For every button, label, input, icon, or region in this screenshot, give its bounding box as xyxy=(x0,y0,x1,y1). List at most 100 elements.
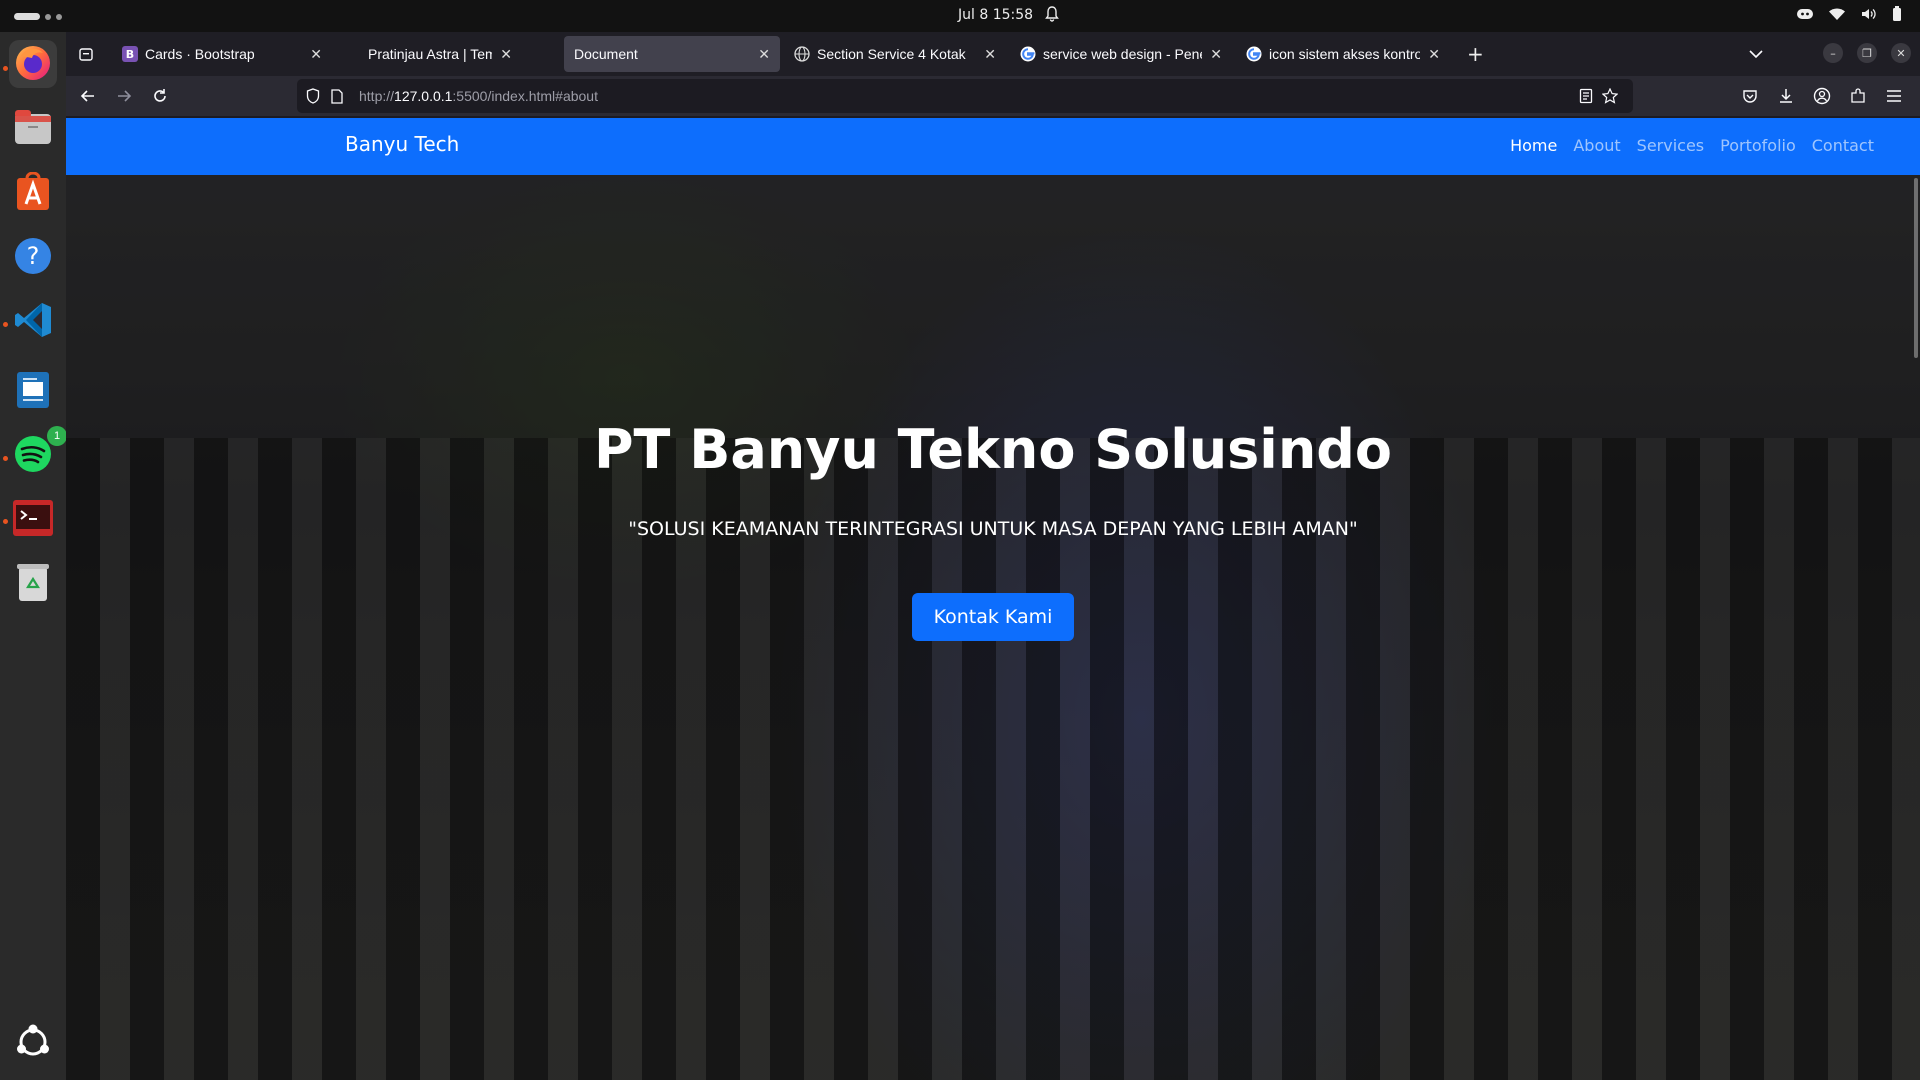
web-page: Banyu Tech Home About Services Portofoli… xyxy=(66,118,1920,1080)
tab-icon-sistem-akses[interactable]: icon sistem akses kontrol ✕ xyxy=(1236,36,1450,72)
svg-text:?: ? xyxy=(27,242,40,270)
contact-us-button[interactable]: Kontak Kami xyxy=(912,593,1074,641)
url-bar[interactable]: http://127.0.0.1:5500/index.html#about xyxy=(297,79,1633,113)
tab-label: Cards · Bootstrap xyxy=(145,46,255,62)
downloads-icon[interactable] xyxy=(1774,84,1798,108)
notification-bell-icon[interactable] xyxy=(1045,6,1059,26)
tab-cards-bootstrap[interactable]: B Cards · Bootstrap ✕ xyxy=(112,36,332,72)
url-host: 127.0.0.1 xyxy=(394,88,453,104)
workspace-indicator xyxy=(56,13,62,20)
hero-title: PT Banyu Tekno Solusindo xyxy=(593,418,1393,481)
tracking-protection-shield-icon[interactable] xyxy=(301,84,325,108)
running-indicator xyxy=(3,66,8,71)
site-nav-links: Home About Services Portofolio Contact xyxy=(1510,136,1874,155)
battery-icon[interactable] xyxy=(1892,6,1902,22)
system-top-bar: Jul 8 15:58 xyxy=(0,0,1920,32)
close-icon[interactable]: ✕ xyxy=(500,46,512,63)
google-icon xyxy=(1246,46,1262,62)
close-icon[interactable]: ✕ xyxy=(984,46,996,63)
show-apps-button[interactable] xyxy=(9,1020,57,1068)
minimize-button[interactable]: – xyxy=(1823,43,1843,63)
restore-button[interactable]: ❐ xyxy=(1857,43,1877,63)
tab-label: Pratinjau Astra | Tema We xyxy=(368,46,493,62)
volume-icon[interactable] xyxy=(1860,7,1878,21)
close-icon[interactable]: ✕ xyxy=(1210,46,1222,63)
tab-label: Document xyxy=(574,46,638,62)
forward-icon[interactable] xyxy=(112,84,136,108)
navigation-toolbar: http://127.0.0.1:5500/index.html#about xyxy=(66,76,1920,116)
firefox-view-icon[interactable] xyxy=(74,42,98,66)
spotify-icon xyxy=(13,434,53,478)
bookmark-star-icon[interactable] xyxy=(1598,84,1622,108)
nav-services[interactable]: Services xyxy=(1637,136,1704,155)
running-indicator xyxy=(3,456,8,461)
app-center-launcher[interactable] xyxy=(9,170,57,218)
hero-tagline: "SOLUSI KEAMANAN TERINTEGRASI UNTUK MASA… xyxy=(628,518,1358,540)
google-icon xyxy=(1020,46,1036,62)
wifi-icon[interactable] xyxy=(1828,7,1846,21)
files-launcher[interactable] xyxy=(9,106,57,154)
reader-view-icon[interactable] xyxy=(1574,84,1598,108)
account-icon[interactable] xyxy=(1810,84,1834,108)
list-all-tabs-chevron-icon[interactable] xyxy=(1749,44,1763,63)
terminal-icon xyxy=(12,499,54,541)
close-icon[interactable]: ✕ xyxy=(310,46,322,63)
nav-home[interactable]: Home xyxy=(1510,136,1557,155)
workspace-indicator xyxy=(45,13,51,20)
discord-tray-icon[interactable] xyxy=(1796,7,1814,21)
terminal-launcher[interactable] xyxy=(9,496,57,544)
tab-service-web-design[interactable]: service web design - Pene ✕ xyxy=(1010,36,1232,72)
close-icon[interactable]: ✕ xyxy=(758,46,770,63)
system-tray[interactable] xyxy=(1796,6,1902,22)
ubuntu-grid-icon xyxy=(14,1023,52,1065)
new-tab-button[interactable]: + xyxy=(1467,42,1484,66)
extensions-icon[interactable] xyxy=(1846,84,1870,108)
url-text[interactable]: http://127.0.0.1:5500/index.html#about xyxy=(359,88,598,104)
firefox-launcher[interactable] xyxy=(9,40,57,88)
files-icon xyxy=(13,110,53,150)
tab-pratinjau-astra[interactable]: Pratinjau Astra | Tema We ✕ xyxy=(336,36,522,72)
svg-text:B: B xyxy=(126,48,134,61)
close-icon[interactable]: ✕ xyxy=(1428,46,1440,63)
firefox-icon xyxy=(13,42,53,86)
help-icon: ? xyxy=(13,236,53,280)
nav-about[interactable]: About xyxy=(1573,136,1620,155)
site-brand[interactable]: Banyu Tech xyxy=(345,132,459,156)
globe-icon xyxy=(794,46,810,62)
nav-contact[interactable]: Contact xyxy=(1812,136,1874,155)
tab-bar: B Cards · Bootstrap ✕ Pratinjau Astra | … xyxy=(66,32,1920,76)
back-icon[interactable] xyxy=(76,84,100,108)
trash-launcher[interactable] xyxy=(9,560,57,608)
notification-badge: 1 xyxy=(47,426,67,446)
help-launcher[interactable]: ? xyxy=(9,234,57,282)
spotify-launcher[interactable]: 1 xyxy=(9,426,67,480)
vscode-icon xyxy=(13,300,53,344)
bootstrap-icon: B xyxy=(122,46,138,62)
tab-label: service web design - Pene xyxy=(1043,46,1203,62)
menu-hamburger-icon[interactable] xyxy=(1882,84,1906,108)
page-info-icon[interactable] xyxy=(325,84,349,108)
page-scrollbar[interactable] xyxy=(1914,178,1918,358)
firefox-window: B Cards · Bootstrap ✕ Pratinjau Astra | … xyxy=(66,32,1920,1080)
pocket-icon[interactable] xyxy=(1738,84,1762,108)
site-navbar: Banyu Tech Home About Services Portofoli… xyxy=(66,118,1920,175)
tab-label: Section Service 4 Kotak xyxy=(817,46,966,62)
app-center-icon xyxy=(13,171,53,216)
workspace-indicator-active xyxy=(14,13,40,20)
clock[interactable]: Jul 8 15:58 xyxy=(958,7,1033,23)
running-indicator xyxy=(3,519,8,524)
close-window-button[interactable]: ✕ xyxy=(1891,43,1911,63)
url-path: :5500/index.html#about xyxy=(452,88,598,104)
nav-portofolio[interactable]: Portofolio xyxy=(1720,136,1796,155)
writer-icon xyxy=(14,370,52,414)
dock: ? 1 xyxy=(0,32,67,1080)
trash-icon xyxy=(15,561,51,607)
reload-icon[interactable] xyxy=(148,84,172,108)
activities-button[interactable] xyxy=(14,13,62,20)
url-scheme: http:// xyxy=(359,88,395,104)
running-indicator xyxy=(3,322,8,327)
vscode-launcher[interactable] xyxy=(9,298,57,346)
tab-document[interactable]: Document ✕ xyxy=(564,36,780,72)
libreoffice-writer-launcher[interactable] xyxy=(9,368,57,416)
tab-section-service[interactable]: Section Service 4 Kotak ✕ xyxy=(784,36,1006,72)
